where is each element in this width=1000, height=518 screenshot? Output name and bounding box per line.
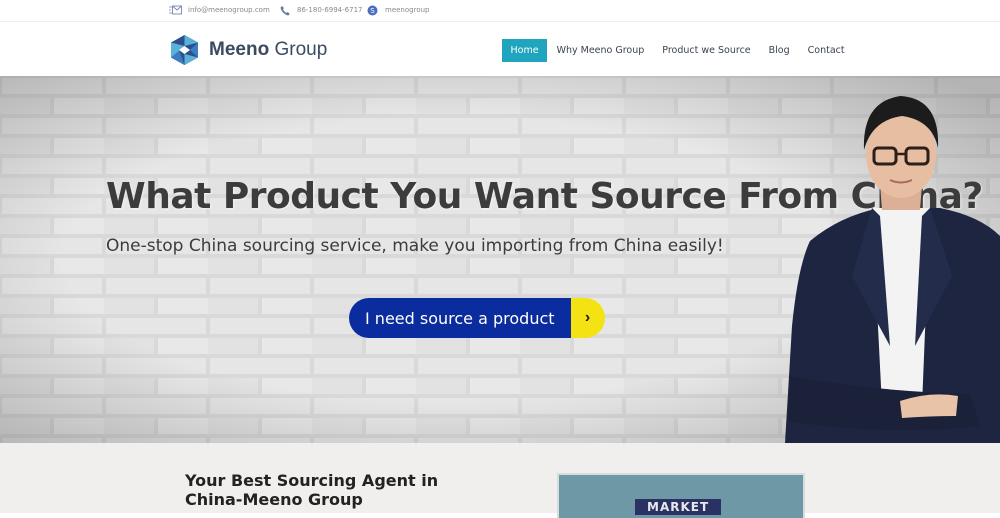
source-product-button[interactable]: I need source a product › [349, 298, 605, 338]
section-heading: Your Best Sourcing Agent in China-Meeno … [185, 471, 439, 509]
contact-phone-text: 86-180-6994-6717 [297, 6, 363, 14]
site-logo[interactable]: Meeno Group [168, 34, 327, 66]
email-icon [169, 4, 182, 16]
nav-products[interactable]: Product we Source [654, 39, 759, 62]
contact-email-text: info@meenogroup.com [188, 6, 270, 14]
contact-email[interactable]: info@meenogroup.com [169, 4, 270, 16]
logo-icon [171, 35, 198, 65]
hero-subtitle: One-stop China sourcing service, make yo… [106, 236, 724, 256]
nav-blog[interactable]: Blog [760, 39, 798, 62]
logo-text: Meeno Group [209, 39, 328, 60]
cta-label: I need source a product [349, 298, 571, 338]
contact-skype-text: meenogroup [385, 6, 430, 14]
nav-home[interactable]: Home [502, 39, 548, 62]
site-header: Meeno Group Home Why Meeno Group Product… [0, 22, 1000, 76]
chevron-right-icon: › [570, 298, 605, 338]
intro-section: Your Best Sourcing Agent in China-Meeno … [0, 443, 1000, 518]
nav-contact[interactable]: Contact [799, 39, 853, 62]
nav-why-meeno[interactable]: Why Meeno Group [548, 39, 653, 62]
person-photo [785, 96, 1000, 443]
contact-skype[interactable]: S meenogroup [366, 4, 429, 16]
contact-phone[interactable]: 86-180-6994-6717 [278, 4, 362, 16]
hero-banner: What Product You Want Source From China?… [0, 76, 1000, 443]
svg-text:S: S [370, 7, 375, 15]
skype-icon: S [366, 4, 379, 16]
market-image: MARKET [557, 473, 805, 518]
contact-bar: info@meenogroup.com 86-180-6994-6717 S m… [0, 0, 1000, 22]
main-nav: Home Why Meeno Group Product we Source B… [502, 39, 854, 62]
phone-icon [278, 4, 291, 16]
